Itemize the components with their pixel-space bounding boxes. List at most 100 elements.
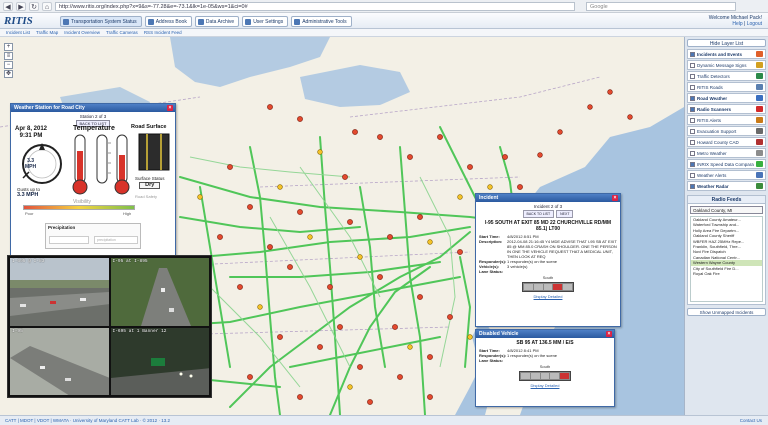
wind-compass-icon xyxy=(22,143,62,184)
weather-panel-title: Weather Station for Road City xyxy=(14,105,85,111)
camera-feed[interactable]: I-95 xyxy=(10,327,109,395)
layer-checkbox[interactable] xyxy=(690,183,695,189)
layer-legend-icon xyxy=(756,62,763,68)
subnav-rss-feed[interactable]: RSS Incident Feed xyxy=(144,29,182,36)
back-to-list-button[interactable]: BACK TO LIST xyxy=(522,210,555,218)
zoom-in-button[interactable]: + xyxy=(4,43,13,51)
layer-label: Evacuation Support xyxy=(697,128,737,134)
layer-item[interactable]: Weather Alerts xyxy=(687,170,766,180)
back-icon[interactable]: ◀ xyxy=(3,1,13,11)
precipitation-title: Precipitation xyxy=(48,225,76,230)
subnav-incident-overview[interactable]: Incident Overview xyxy=(64,29,100,36)
user-info: Welcome Michael Pack! Help | Logout xyxy=(708,15,762,27)
radio-region-select[interactable]: Oakland County, MI xyxy=(690,206,763,214)
forward-icon[interactable]: ▶ xyxy=(16,1,26,11)
layer-item[interactable]: Road Weather xyxy=(687,93,766,103)
display-detailed-link[interactable]: Display Detailed xyxy=(476,383,614,388)
layer-item[interactable]: Weather Radar xyxy=(687,181,766,191)
subnav-incident-list[interactable]: Incident List xyxy=(6,29,30,36)
layer-checkbox[interactable] xyxy=(690,62,695,68)
layer-legend-icon xyxy=(756,95,763,101)
layer-checkbox[interactable] xyxy=(690,73,695,79)
contact-link[interactable]: Contact Us xyxy=(740,416,762,425)
layer-checkbox[interactable] xyxy=(690,51,695,57)
layer-item[interactable]: RITIS Roads xyxy=(687,82,766,92)
layer-label: Howard County CAD xyxy=(697,139,739,145)
display-detailed-link[interactable]: Display Detailed xyxy=(476,294,620,299)
home-icon[interactable]: ⌂ xyxy=(42,1,52,11)
layer-legend-icon xyxy=(756,150,763,156)
visibility-high-label: High xyxy=(123,211,132,216)
hide-layer-list-button[interactable]: Hide Layer List xyxy=(687,39,766,47)
layer-item[interactable]: Howard County CAD xyxy=(687,137,766,147)
layer-label: Road Weather xyxy=(697,95,728,101)
layer-checkbox[interactable] xyxy=(690,172,695,178)
close-icon[interactable]: × xyxy=(167,105,173,111)
show-unmapped-incidents-button[interactable]: Show Unmapped Incidents xyxy=(687,308,766,316)
map-icon xyxy=(63,18,69,25)
close-icon[interactable]: × xyxy=(606,331,612,337)
next-button[interactable]: NEXT xyxy=(556,210,574,218)
layer-item[interactable]: Dynamic Message Signs xyxy=(687,60,766,70)
footer-links[interactable]: CATT | MDOT | VDOT | WMATA · University … xyxy=(5,418,170,423)
tab-user-settings[interactable]: User Settings xyxy=(242,16,289,27)
camera-feed[interactable]: I-95 at I-895 xyxy=(110,258,209,326)
weather-panel-header[interactable]: Weather Station for Road City × xyxy=(11,104,175,112)
layer-legend-icon xyxy=(756,117,763,123)
layer-checkbox[interactable] xyxy=(690,150,695,156)
tab-admin-tools[interactable]: Administrative Tools xyxy=(291,16,352,27)
incident-headline: I-95 SOUTH AT EXIT 85 MD 22 CHURCHVILLE … xyxy=(484,220,612,232)
subnav-traffic-cameras[interactable]: Traffic Cameras xyxy=(106,29,138,36)
pan-icon[interactable]: ✥ xyxy=(4,70,13,78)
camera-feed[interactable]: I-695 at 1 Banner 12 xyxy=(110,327,209,395)
tab-data-archive[interactable]: Data Archive xyxy=(194,16,240,27)
lane-status-diagram xyxy=(519,371,571,381)
layer-checkbox[interactable] xyxy=(690,117,695,123)
incident-panel-header[interactable]: Incident × xyxy=(476,194,620,202)
precipitation-gauge xyxy=(49,236,89,244)
layer-checkbox[interactable] xyxy=(690,128,695,134)
radio-feeds-title: Radio Feeds xyxy=(688,196,765,204)
layer-checkbox[interactable] xyxy=(690,106,695,112)
reload-icon[interactable]: ↻ xyxy=(29,1,39,11)
layer-checkbox[interactable] xyxy=(690,139,695,145)
visibility-bar xyxy=(23,205,135,210)
disabled-panel-title: Disabled Vehicle xyxy=(479,331,519,337)
layer-item[interactable]: Incidents and Events xyxy=(687,49,766,59)
subnav-traffic-map[interactable]: Traffic Map xyxy=(36,29,58,36)
address-bar[interactable]: http://www.ritis.org/index.php?x=9&s=-77… xyxy=(55,1,575,11)
disabled-vehicle-panel: Disabled Vehicle × SB 95 AT 136.5 MM / E… xyxy=(475,329,615,407)
layer-item[interactable]: INRIX Speed Data Comparative Speed xyxy=(687,159,766,169)
wind-gusts: Gusts up to 3.3 MPH xyxy=(17,187,41,198)
layer-item[interactable]: Radio Scanners xyxy=(687,104,766,114)
layer-label: Traffic Detectors xyxy=(697,73,730,79)
close-icon[interactable]: × xyxy=(612,195,618,201)
radio-feeds-box: Radio Feeds Oakland County, MI Oakland C… xyxy=(687,195,766,305)
ritis-logo: RITIS xyxy=(4,15,33,27)
layer-checkbox[interactable] xyxy=(690,161,695,167)
layer-item[interactable]: Evacuation Support xyxy=(687,126,766,136)
layer-legend-icon xyxy=(756,106,763,112)
layer-label: RITIS Roads xyxy=(697,84,723,90)
camera-grid: I-695 @ I-83 I-95 at I-895 I-95 I-695 at… xyxy=(7,255,212,398)
incident-panel: Incident × Incident 2 of 3 BACK TO LIST N… xyxy=(475,193,621,327)
layer-checkbox[interactable] xyxy=(690,84,695,90)
layer-item[interactable]: Traffic Detectors xyxy=(687,71,766,81)
tab-address-book[interactable]: Address Book xyxy=(144,16,192,27)
camera-feed[interactable]: I-695 @ I-83 xyxy=(10,258,109,326)
zoom-out-button[interactable]: − xyxy=(4,61,13,69)
logout-link[interactable]: Logout xyxy=(747,21,762,27)
layer-item[interactable]: Metro Weather xyxy=(687,148,766,158)
radio-feed-item[interactable]: Royal Oak Fire xyxy=(691,271,762,276)
browser-search-input[interactable]: Google xyxy=(586,1,736,11)
settings-icon xyxy=(245,18,252,25)
disabled-panel-header[interactable]: Disabled Vehicle × xyxy=(476,330,614,338)
layer-item[interactable]: RITIS Alerts xyxy=(687,115,766,125)
road-safety-label: Road Safety xyxy=(135,194,158,199)
help-link[interactable]: Help xyxy=(732,21,742,27)
footer: CATT | MDOT | VDOT | WMATA · University … xyxy=(0,415,768,425)
layer-label: Metro Weather xyxy=(697,150,727,156)
zoom-slider-handle[interactable]: ≡ xyxy=(4,52,13,60)
layer-checkbox[interactable] xyxy=(690,95,695,101)
tab-system-status[interactable]: Transportation System Status xyxy=(60,16,142,27)
